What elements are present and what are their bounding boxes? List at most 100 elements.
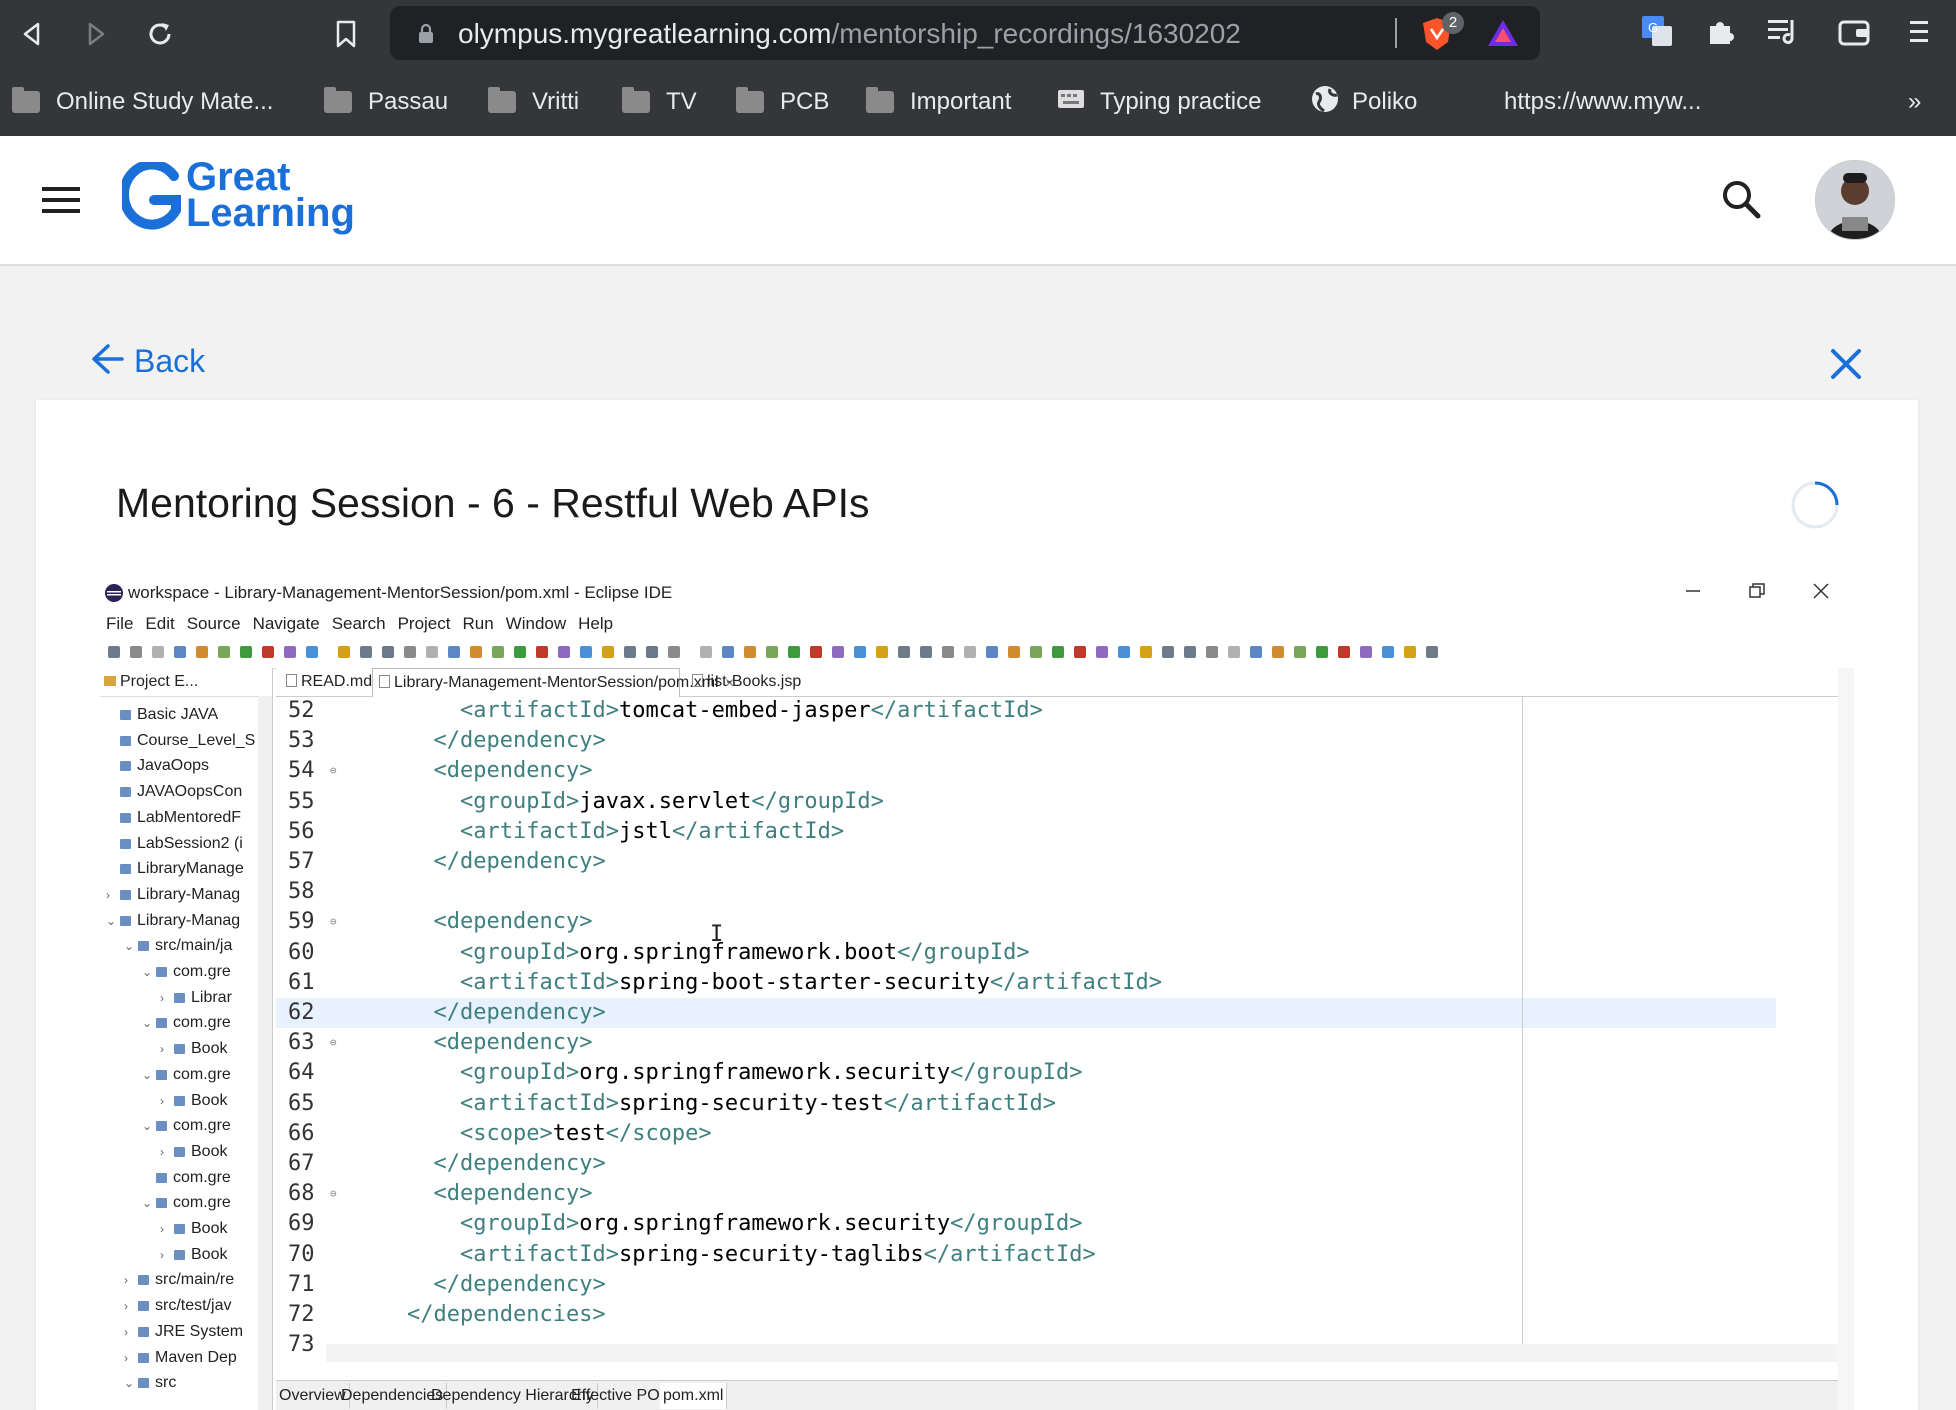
tree-item[interactable]: ⌄ com.gre — [142, 1062, 231, 1087]
menu-file[interactable]: File — [100, 610, 139, 638]
menu-help[interactable]: Help — [572, 610, 619, 638]
code-line[interactable]: 53 </dependency> — [276, 726, 1776, 756]
menu-navigate[interactable]: Navigate — [247, 610, 326, 638]
bookmarks-overflow-button[interactable]: » — [1908, 84, 1921, 120]
toolbar-button-icon[interactable] — [218, 646, 230, 658]
tree-item[interactable]: ⌄ Library-Manag — [106, 908, 240, 933]
tree-item[interactable]: › Book — [160, 1216, 227, 1241]
search-icon[interactable] — [1720, 178, 1762, 225]
toolbar-button-icon[interactable] — [1426, 646, 1438, 658]
tree-item[interactable]: ⌄ src — [124, 1370, 176, 1395]
browser-menu-icon[interactable] — [1908, 18, 1930, 51]
code-line[interactable]: 54 ⊖ <dependency> — [276, 756, 1776, 786]
close-icon[interactable] — [1830, 348, 1862, 385]
chevron-right-icon[interactable]: › — [160, 1089, 174, 1114]
toolbar-button-icon[interactable] — [722, 646, 734, 658]
great-learning-logo[interactable]: Great Learning — [119, 156, 362, 246]
code-line[interactable]: 68 ⊖ <dependency> — [276, 1179, 1776, 1209]
browser-forward-icon[interactable] — [78, 16, 114, 52]
tree-item[interactable]: JavaOops — [106, 753, 209, 778]
toolbar-button-icon[interactable] — [284, 646, 296, 658]
tab-read-md[interactable]: READ.md — [280, 668, 372, 696]
code-line[interactable]: 56 <artifactId>jstl</artifactId> — [276, 817, 1776, 847]
video-player[interactable]: workspace - Library-Management-MentorSes… — [100, 576, 1854, 1410]
chevron-down-icon[interactable]: ⌄ — [142, 1011, 156, 1036]
bookmark-typing-practice[interactable]: Typing practice — [1056, 84, 1261, 120]
toolbar-button-icon[interactable] — [580, 646, 592, 658]
toolbar-button-icon[interactable] — [1162, 646, 1174, 658]
toolbar-button-icon[interactable] — [306, 646, 318, 658]
menu-search[interactable]: Search — [326, 610, 392, 638]
toolbar-button-icon[interactable] — [1382, 646, 1394, 658]
toolbar-button-icon[interactable] — [876, 646, 888, 658]
extensions-icon[interactable] — [1706, 16, 1736, 51]
chevron-right-icon[interactable]: › — [160, 1037, 174, 1062]
toolbar-button-icon[interactable] — [1272, 646, 1284, 658]
toolbar-button-icon[interactable] — [766, 646, 778, 658]
toolbar-button-icon[interactable] — [382, 646, 394, 658]
code-editor[interactable]: READ.md Library-Management-MentorSession… — [276, 668, 1849, 1410]
chevron-down-icon[interactable]: ⌄ — [142, 1114, 156, 1139]
chevron-right-icon[interactable]: › — [160, 1217, 174, 1242]
toolbar-button-icon[interactable] — [1052, 646, 1064, 658]
toolbar-button-icon[interactable] — [1338, 646, 1350, 658]
bookmark-poliko[interactable]: Poliko — [1310, 84, 1417, 120]
chevron-right-icon[interactable]: › — [124, 1346, 138, 1371]
chevron-down-icon[interactable]: ⌄ — [106, 909, 120, 934]
tree-item[interactable]: › Maven Dep — [124, 1345, 237, 1370]
chevron-right-icon[interactable]: › — [160, 1140, 174, 1165]
toolbar-button-icon[interactable] — [470, 646, 482, 658]
fold-toggle-icon[interactable]: ⊖ — [330, 907, 337, 937]
code-line[interactable]: 57 </dependency> — [276, 847, 1776, 877]
restore-icon[interactable] — [1748, 582, 1766, 605]
toolbar-button-icon[interactable] — [624, 646, 636, 658]
toolbar-button-icon[interactable] — [898, 646, 910, 658]
tree-item[interactable]: › Book — [160, 1242, 227, 1267]
menu-source[interactable]: Source — [181, 610, 247, 638]
chevron-right-icon[interactable]: › — [124, 1320, 138, 1345]
toolbar-button-icon[interactable] — [854, 646, 866, 658]
window-close-icon[interactable] — [1812, 582, 1830, 605]
toolbar-button-icon[interactable] — [602, 646, 614, 658]
code-line[interactable]: 63 ⊖ <dependency> — [276, 1028, 1776, 1058]
bookmark-page-icon[interactable] — [328, 16, 364, 52]
toolbar-button-icon[interactable] — [174, 646, 186, 658]
tab-list-books-jsp[interactable]: list-Books.jsp — [686, 668, 812, 696]
menu-project[interactable]: Project — [392, 610, 457, 638]
toolbar-button-icon[interactable] — [514, 646, 526, 658]
bookmark-tv[interactable]: TV — [622, 84, 697, 120]
toolbar-button-icon[interactable] — [108, 646, 120, 658]
bookmark-important[interactable]: Important — [866, 84, 1011, 120]
bookmark-myw[interactable]: https://www.myw... — [1504, 84, 1701, 120]
menu-run[interactable]: Run — [456, 610, 499, 638]
tree-item[interactable]: Course_Level_S — [106, 728, 255, 753]
fold-toggle-icon[interactable]: ⊖ — [330, 1179, 337, 1209]
code-line[interactable]: 71 </dependency> — [276, 1270, 1776, 1300]
hamburger-menu-icon[interactable] — [42, 185, 80, 220]
chevron-down-icon[interactable]: ⌄ — [142, 1063, 156, 1088]
user-avatar[interactable] — [1815, 160, 1895, 240]
bookmark-pcb[interactable]: PCB — [736, 84, 829, 120]
bookmark-online-study[interactable]: Online Study Mate... — [12, 84, 273, 120]
toolbar-button-icon[interactable] — [1184, 646, 1196, 658]
bookmark-passau[interactable]: Passau — [324, 84, 448, 120]
toolbar-button-icon[interactable] — [448, 646, 460, 658]
minimize-icon[interactable] — [1684, 582, 1702, 605]
brave-rewards-icon[interactable] — [1486, 18, 1520, 53]
tree-item[interactable]: ⌄ com.gre — [142, 1010, 231, 1035]
tree-item[interactable]: › Book — [160, 1036, 227, 1061]
toolbar-button-icon[interactable] — [1008, 646, 1020, 658]
toolbar-button-icon[interactable] — [1228, 646, 1240, 658]
toolbar-button-icon[interactable] — [152, 646, 164, 658]
code-line[interactable]: 58 — [276, 877, 1776, 907]
tree-item[interactable]: ⌄ src/main/ja — [124, 933, 232, 958]
code-line[interactable]: 67 </dependency> — [276, 1149, 1776, 1179]
code-line[interactable]: 55 <groupId>javax.servlet</groupId> — [276, 787, 1776, 817]
toolbar-button-icon[interactable] — [700, 646, 712, 658]
toolbar-button-icon[interactable] — [646, 646, 658, 658]
toolbar-button-icon[interactable] — [536, 646, 548, 658]
toolbar-button-icon[interactable] — [1404, 646, 1416, 658]
toolbar-button-icon[interactable] — [338, 646, 350, 658]
address-bar[interactable]: olympus.mygreatlearning.com/mentorship_r… — [390, 6, 1540, 60]
code-line[interactable]: 64 <groupId>org.springframework.security<… — [276, 1058, 1776, 1088]
